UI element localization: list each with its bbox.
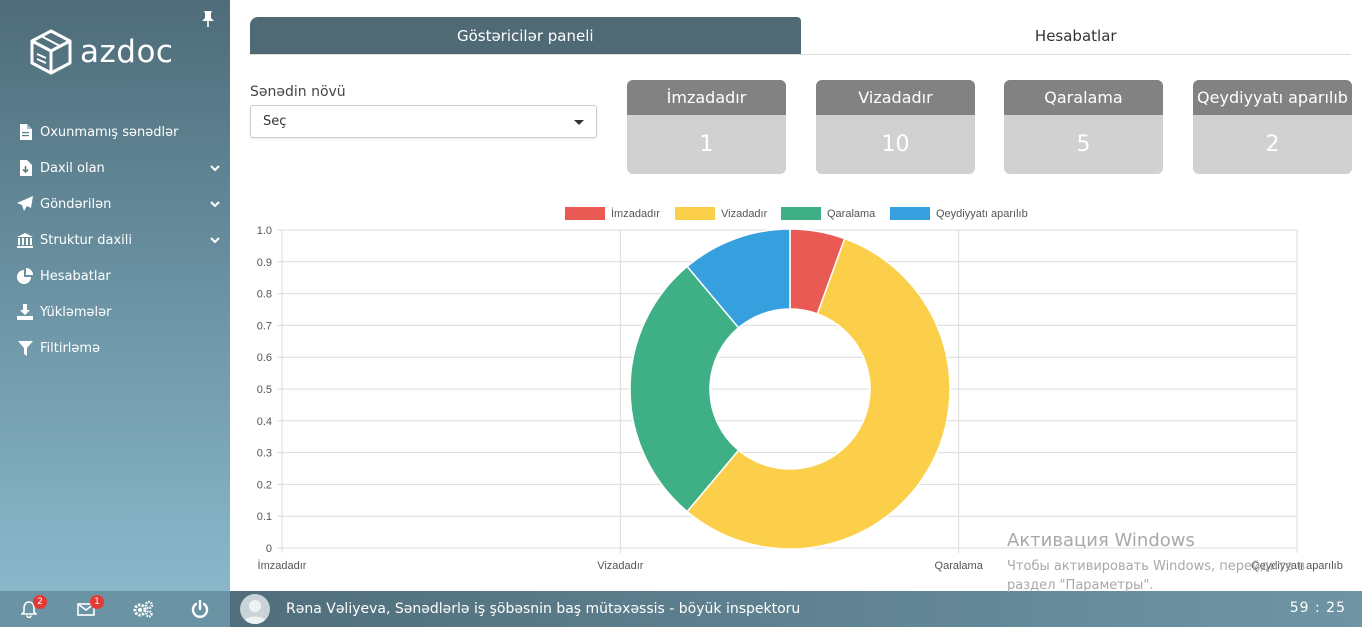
x-tick-label: Qaralama <box>935 560 984 572</box>
gears-icon <box>133 600 153 618</box>
user-status-bar: Rəna Vəliyeva, Sənədlərlə iş şöbəsnin ba… <box>230 591 1362 627</box>
download-icon <box>16 303 34 321</box>
y-tick-label: 0.3 <box>257 448 272 460</box>
y-tick-label: 0.8 <box>257 289 272 301</box>
sidebar: azdoc Oxunmamış sənədlər Daxil olan Gönd… <box>0 0 230 591</box>
document-type-value: Seç <box>263 114 287 129</box>
pin-icon[interactable] <box>200 10 216 28</box>
notifications-button[interactable]: 2 <box>0 591 57 627</box>
filter-icon <box>16 339 34 357</box>
session-timer: 59 : 25 <box>1289 600 1346 616</box>
legend-label: Qaralama <box>827 208 876 220</box>
legend-label: Qeydiyyatı aparılıb <box>936 208 1028 220</box>
sidebar-nav: Oxunmamış sənədlər Daxil olan Göndərilən… <box>0 114 230 366</box>
institution-icon <box>16 231 34 249</box>
sidebar-item-label: Daxil olan <box>40 160 105 176</box>
x-tick-label: Vizadadır <box>597 560 644 572</box>
chevron-down-icon <box>210 237 220 244</box>
legend-label: Vizadadır <box>721 208 768 220</box>
stat-card-visa[interactable]: Vizadadır 10 <box>816 80 975 174</box>
azdoc-logo-icon <box>30 29 72 75</box>
y-tick-label: 0.7 <box>257 320 272 332</box>
inbox-download-icon <box>16 159 34 177</box>
sidebar-item-sent[interactable]: Göndərilən <box>0 186 230 222</box>
paper-plane-icon <box>16 195 34 213</box>
sidebar-item-unread[interactable]: Oxunmamış sənədlər <box>0 114 230 150</box>
sidebar-item-reports[interactable]: Hesabatlar <box>0 258 230 294</box>
user-info: Rəna Vəliyeva, Sənədlərlə iş şöbəsnin ba… <box>286 601 801 617</box>
sidebar-item-internal[interactable]: Struktur daxili <box>0 222 230 258</box>
sidebar-item-label: Hesabatlar <box>40 268 111 284</box>
stat-title: Vizadadır <box>816 80 975 115</box>
y-tick-label: 0.4 <box>257 416 272 428</box>
document-type-select[interactable]: Seç <box>250 105 597 138</box>
y-tick-label: 0.6 <box>257 352 272 364</box>
notifications-badge: 2 <box>33 595 47 609</box>
logo-text: azdoc <box>80 34 174 70</box>
stat-value: 10 <box>881 132 910 157</box>
pie-chart-icon <box>16 267 34 285</box>
tab-dashboard[interactable]: Göstəricilər paneli <box>250 17 801 54</box>
sidebar-item-downloads[interactable]: Yükləmələr <box>0 294 230 330</box>
user-avatar-icon <box>243 600 267 624</box>
sidebar-item-label: Yükləmələr <box>40 304 112 320</box>
logout-button[interactable] <box>171 591 228 627</box>
stat-title: Qaralama <box>1004 80 1163 115</box>
sidebar-item-filter[interactable]: Filtirləmə <box>0 330 230 366</box>
caret-down-icon <box>574 120 584 125</box>
legend-swatch <box>675 207 715 220</box>
stat-value: 5 <box>1076 132 1091 157</box>
y-tick-label: 0.9 <box>257 257 272 269</box>
messages-button[interactable]: 1 <box>57 591 114 627</box>
legend-swatch <box>890 207 930 220</box>
y-tick-label: 0 <box>266 543 272 555</box>
legend-swatch <box>565 207 605 220</box>
power-icon <box>191 600 208 618</box>
stat-card-signing[interactable]: İmzadadır 1 <box>627 80 786 174</box>
x-tick-label: İmzadadır <box>258 559 307 572</box>
stat-card-registered[interactable]: Qeydiyyatı aparılıb 2 <box>1193 80 1352 174</box>
y-tick-label: 0.1 <box>257 511 272 523</box>
main-tabs: Göstəricilər paneli Hesabatlar <box>250 17 1351 55</box>
documents-doughnut-chart: 1.0 0.9 0.8 0.7 0.6 0.5 0.4 0.3 0.2 0.1 0 İmzadadır… <box>257 207 1343 572</box>
stat-value: 1 <box>699 132 714 157</box>
app-logo: azdoc <box>28 28 173 76</box>
document-type-label: Sənədin növü <box>250 84 346 100</box>
stat-value: 2 <box>1265 132 1280 157</box>
sidebar-item-label: Oxunmamış sənədlər <box>40 124 179 140</box>
sidebar-footer: 2 1 <box>0 591 230 627</box>
chevron-down-icon <box>210 201 220 208</box>
sidebar-item-label: Filtirləmə <box>40 340 101 356</box>
sidebar-item-incoming[interactable]: Daxil olan <box>0 150 230 186</box>
avatar[interactable] <box>240 594 270 624</box>
y-tick-label: 0.2 <box>257 479 272 491</box>
y-tick-label: 1.0 <box>257 225 272 237</box>
y-tick-label: 0.5 <box>257 384 272 396</box>
settings-button[interactable] <box>114 591 171 627</box>
sidebar-item-label: Göndərilən <box>40 196 112 212</box>
messages-badge: 1 <box>90 595 104 609</box>
tab-reports[interactable]: Hesabatlar <box>801 17 1352 54</box>
document-icon <box>16 123 34 141</box>
legend-swatch <box>781 207 821 220</box>
chevron-down-icon <box>210 165 220 172</box>
legend-label: İmzadadır <box>611 207 660 220</box>
stat-title: İmzadadır <box>627 80 786 115</box>
x-tick-label: Qeydiyyatı aparılıb <box>1251 560 1343 572</box>
stat-title: Qeydiyyatı aparılıb <box>1193 80 1352 115</box>
stat-card-draft[interactable]: Qaralama 5 <box>1004 80 1163 174</box>
sidebar-item-label: Struktur daxili <box>40 232 133 248</box>
